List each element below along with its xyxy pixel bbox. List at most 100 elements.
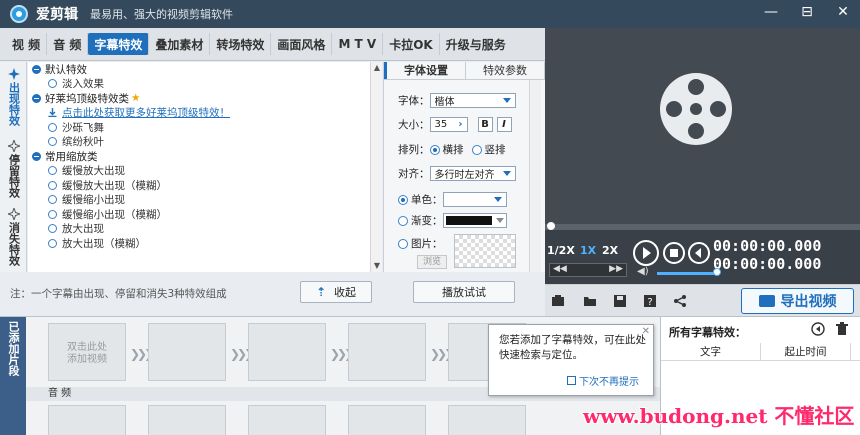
watermark: www.budong.net 不懂社区 xyxy=(583,404,855,428)
image-label: 图片： xyxy=(411,238,443,250)
tree-item[interactable]: 放大出现 xyxy=(28,222,370,237)
add-video-slot[interactable]: 双击此处 添加视频 xyxy=(48,323,126,381)
export-video-button[interactable]: 导出视频 xyxy=(741,288,854,314)
tree-scrollbar[interactable]: ▲ ▼ xyxy=(370,62,382,272)
browse-button[interactable]: 浏览 xyxy=(417,255,447,269)
italic-button[interactable]: I xyxy=(496,117,512,132)
title-bar: 爱剪辑 最易用、强大的视频剪辑软件 — ⊟ ✕ xyxy=(0,0,860,28)
single-color-select[interactable] xyxy=(442,192,507,207)
item-label: 淡入效果 xyxy=(62,78,104,91)
category-disappear[interactable]: 消失特效 xyxy=(0,208,27,266)
tab-transitions[interactable]: 转场特效 xyxy=(210,33,272,55)
tab-font-settings[interactable]: 字体设置 xyxy=(384,62,466,79)
tree-item[interactable]: 缓慢缩小出现（模糊） xyxy=(28,207,370,222)
image-radio[interactable] xyxy=(398,238,408,249)
tree-item[interactable]: 放大出现（模糊） xyxy=(28,236,370,251)
tree-item[interactable]: 缓慢缩小出现 xyxy=(28,193,370,208)
audio-slot[interactable] xyxy=(48,405,126,435)
share-icon[interactable] xyxy=(673,294,687,308)
help-icon[interactable]: ? xyxy=(643,294,657,308)
tree-group[interactable]: 默认特效 xyxy=(28,62,370,77)
dont-show-again-checkbox[interactable]: 下次不再提示 xyxy=(567,373,639,388)
collapse-chevron-icon: ⇡ xyxy=(315,285,327,299)
video-preview xyxy=(545,28,860,224)
chevron-down-icon xyxy=(502,171,511,176)
app-tagline: 最易用、强大的视频剪辑软件 xyxy=(90,8,233,21)
stop-icon xyxy=(670,249,678,257)
collapse-button[interactable]: ⇡ 收起 xyxy=(300,281,372,303)
tab-audio[interactable]: 音 频 xyxy=(47,33,89,55)
save-icon[interactable] xyxy=(613,294,627,308)
category-stay[interactable]: 停留特效 xyxy=(0,140,27,198)
maximize-button[interactable]: ⊟ xyxy=(798,4,816,20)
locate-icon[interactable] xyxy=(811,322,825,336)
chevron-right-icon: › xyxy=(458,119,463,130)
volume-icon[interactable]: ◀) xyxy=(637,266,649,277)
tab-video[interactable]: 视 频 xyxy=(6,33,48,55)
speed-half[interactable]: 1/2X xyxy=(547,244,575,257)
scroll-down-icon[interactable]: ▼ xyxy=(371,260,383,272)
minimize-button[interactable]: — xyxy=(762,4,780,20)
volume-slider[interactable] xyxy=(657,272,717,275)
screenshot-icon[interactable] xyxy=(551,294,565,308)
radio-icon xyxy=(48,79,57,89)
volume-handle[interactable] xyxy=(713,268,721,276)
group-label: 常用缩放类 xyxy=(45,150,98,163)
align-select[interactable]: 多行时左对齐 xyxy=(429,166,516,181)
tab-overlay[interactable]: 叠加素材 xyxy=(149,33,211,55)
tab-style[interactable]: 画面风格 xyxy=(271,33,333,55)
gradient-radio[interactable] xyxy=(398,215,408,226)
tree-group[interactable]: 常用缩放类 xyxy=(28,149,370,164)
tree-item[interactable]: 点击此处获取更多好莱坞顶级特效！ xyxy=(28,106,370,121)
tree-item[interactable]: 沙砾飞舞 xyxy=(28,120,370,135)
tab-subtitle-effects[interactable]: 字幕特效 xyxy=(88,33,150,55)
close-icon[interactable]: ✕ xyxy=(642,326,650,337)
close-button[interactable]: ✕ xyxy=(834,4,852,20)
tree-item[interactable]: 缤纷秋叶 xyxy=(28,135,370,150)
panel-scrollbar[interactable] xyxy=(529,80,541,272)
frame-scrubber[interactable]: ◀◀ ▶▶ xyxy=(549,263,627,277)
tab-karaoke[interactable]: 卡拉OK xyxy=(383,33,440,55)
horizontal-radio[interactable] xyxy=(429,144,440,155)
single-color-radio[interactable] xyxy=(398,194,408,205)
tab-upgrade[interactable]: 升级与服务 xyxy=(440,33,512,55)
forward-icon: ▶▶ xyxy=(609,264,623,274)
more-effects-link[interactable]: 点击此处获取更多好莱坞顶级特效！ xyxy=(62,105,230,120)
app-logo-icon xyxy=(10,5,28,23)
gradient-row: 渐变： xyxy=(398,213,507,228)
audio-slot[interactable] xyxy=(248,405,326,435)
tree-group[interactable]: 好莱坞顶级特效类 ★ xyxy=(28,91,370,106)
speed-1x[interactable]: 1X xyxy=(580,244,596,257)
clip-slot[interactable] xyxy=(248,323,326,381)
audio-slot[interactable] xyxy=(448,405,526,435)
preview-button[interactable]: 播放试试 xyxy=(413,281,515,303)
vertical-label: 竖排 xyxy=(484,144,506,156)
category-appear[interactable]: 出现特效 xyxy=(0,68,27,126)
font-select[interactable]: 楷体 xyxy=(429,93,516,108)
prev-frame-button[interactable] xyxy=(688,242,710,264)
tab-effect-params[interactable]: 特效参数 xyxy=(466,62,545,79)
item-label: 放大出现（模糊） xyxy=(62,237,146,250)
progress-bar[interactable] xyxy=(545,222,860,230)
play-button[interactable] xyxy=(633,240,659,266)
tab-mtv[interactable]: M T V xyxy=(332,33,384,55)
bold-button[interactable]: B xyxy=(477,117,493,132)
dont-show-again-label: 下次不再提示 xyxy=(579,377,639,388)
tree-item[interactable]: 缓慢放大出现 xyxy=(28,164,370,179)
stop-button[interactable] xyxy=(663,242,685,264)
speed-2x[interactable]: 2X xyxy=(602,244,618,257)
clip-slot[interactable] xyxy=(148,323,226,381)
vertical-radio[interactable] xyxy=(471,144,482,155)
progress-handle[interactable] xyxy=(547,222,555,230)
tree-item[interactable]: 缓慢放大出现（模糊） xyxy=(28,178,370,193)
tree-item[interactable]: 淡入效果 xyxy=(28,77,370,92)
audio-slot[interactable] xyxy=(348,405,426,435)
trash-icon[interactable] xyxy=(835,322,849,336)
scroll-up-icon[interactable]: ▲ xyxy=(371,62,383,74)
sparkle-icon xyxy=(7,208,20,220)
gradient-select[interactable] xyxy=(442,213,507,228)
folder-icon[interactable] xyxy=(583,294,597,308)
audio-slot[interactable] xyxy=(148,405,226,435)
size-select[interactable]: 35 › xyxy=(429,117,468,132)
clip-slot[interactable] xyxy=(348,323,426,381)
